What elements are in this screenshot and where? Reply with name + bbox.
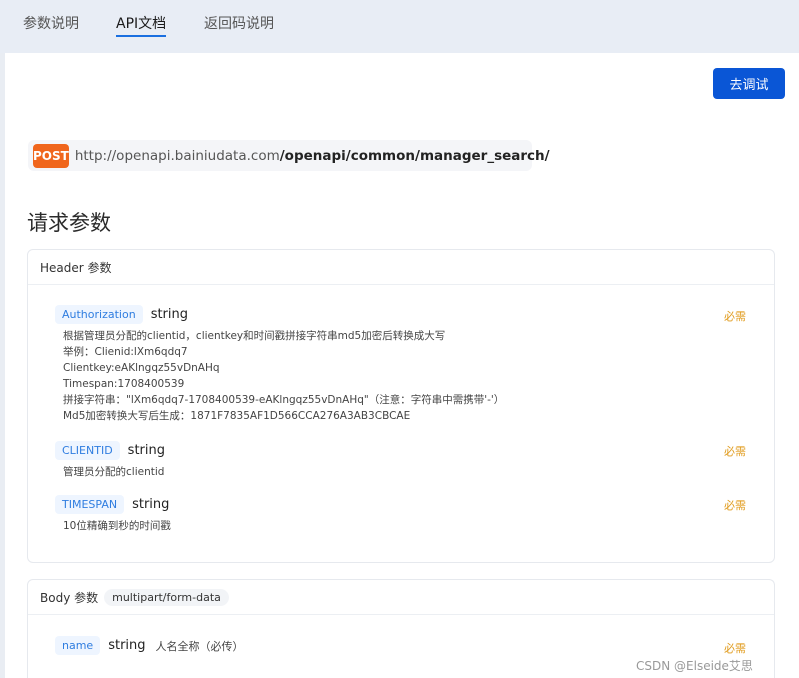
param-name-field: name string 人名全称（必传） — [55, 636, 755, 655]
header-params-card: Header 参数 Authorization string 根据管理员分配的c… — [27, 249, 775, 563]
param-desc: 根据管理员分配的clientid，clientkey和时间戳拼接字符串md5加密… — [63, 328, 755, 424]
desc-line: 根据管理员分配的clientid，clientkey和时间戳拼接字符串md5加密… — [63, 330, 446, 342]
desc-line: Timespan:1708400539 — [63, 378, 185, 390]
param-timespan: TIMESPAN string 10位精确到秒的时间戳 — [55, 495, 755, 534]
url-base: http://openapi.bainiudata.com — [74, 147, 280, 164]
required-badge: 必需 — [724, 310, 746, 323]
desc-line: 10位精确到秒的时间戳 — [63, 520, 171, 532]
tab-api-doc[interactable]: API文档 — [116, 14, 167, 37]
desc-line: 举例：Clienid:lXm6qdq7 — [63, 346, 188, 358]
tab-params-desc[interactable]: 参数说明 — [23, 14, 79, 34]
content-type-badge: multipart/form-data — [104, 588, 229, 606]
desc-line: Md5加密转换大写后生成：1871F7835AF1D566CCA276A3AB3… — [63, 410, 411, 422]
header-params-title: Header 参数 — [28, 250, 774, 285]
param-type: string — [132, 497, 170, 512]
tabs-bar: 参数说明 API文档 返回码说明 — [0, 0, 799, 53]
watermark: CSDN @Elseide艾思 — [636, 659, 753, 673]
tab-return-codes[interactable]: 返回码说明 — [204, 14, 274, 34]
param-type: string — [108, 638, 146, 653]
param-name: TIMESPAN — [55, 495, 125, 514]
param-name: name — [55, 636, 101, 655]
body-params-title: Body 参数 — [40, 590, 99, 605]
try-debug-button[interactable]: 去调试 — [713, 68, 785, 99]
url-path: /openapi/common/manager_search/ — [279, 147, 550, 164]
body-params-header: Body 参数 multipart/form-data — [28, 580, 774, 615]
required-badge: 必需 — [724, 445, 746, 458]
param-desc: 10位精确到秒的时间戳 — [63, 518, 755, 534]
param-clientid: CLIENTID string 管理员分配的clientid — [55, 441, 755, 480]
param-authorization: Authorization string 根据管理员分配的clientid，cl… — [55, 305, 755, 424]
param-name: CLIENTID — [55, 441, 120, 460]
required-badge: 必需 — [724, 642, 746, 655]
required-badge: 必需 — [724, 499, 746, 512]
method-badge: POST — [33, 143, 69, 168]
endpoint-bar: POST http://openapi.bainiudata.com/opena… — [28, 140, 550, 171]
desc-line: 管理员分配的clientid — [63, 466, 165, 478]
desc-line: 拼接字符串："lXm6qdq7-1708400539-eAKlngqz55vDn… — [63, 394, 505, 406]
param-type: string — [127, 443, 165, 458]
desc-line: Clientkey:eAKlngqz55vDnAHq — [63, 362, 220, 374]
param-type: string — [150, 307, 189, 322]
param-desc: 管理员分配的clientid — [63, 464, 755, 480]
param-name: Authorization — [55, 305, 143, 324]
param-inline-desc: 人名全称（必传） — [155, 639, 244, 653]
request-params-title: 请求参数 — [27, 211, 111, 235]
